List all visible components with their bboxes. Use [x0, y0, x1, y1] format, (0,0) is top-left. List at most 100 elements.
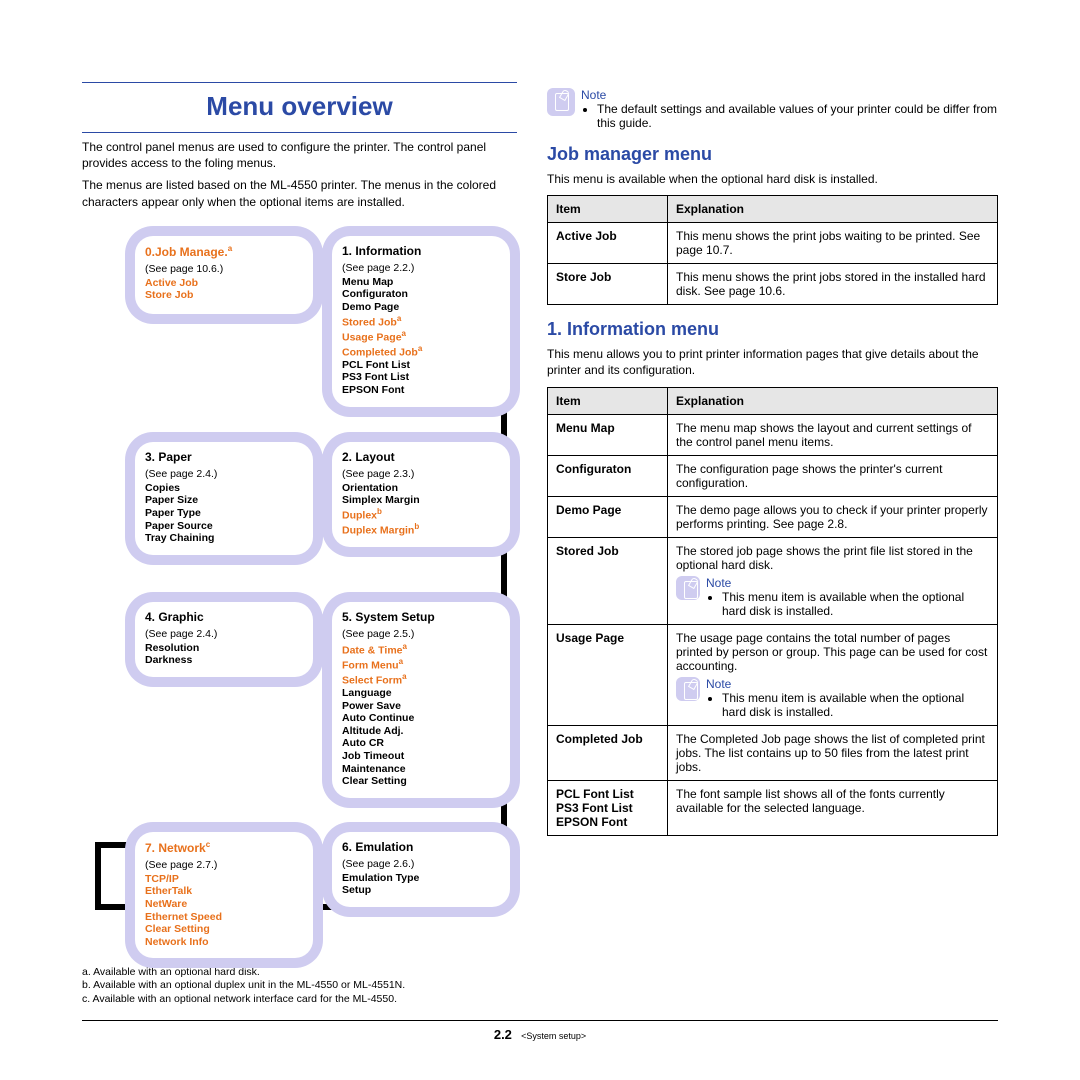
menu-item: Select Forma [342, 672, 500, 687]
cell-item: Stored Job [548, 537, 668, 624]
th-item: Item [548, 387, 668, 414]
page-footer: 2.2 <System setup> [82, 1020, 998, 1042]
page-number: 2.2 [494, 1027, 512, 1042]
menu-item: Menu Map [342, 276, 500, 289]
menu-item: Setup [342, 884, 500, 897]
menu-title: 5. System Setup [342, 610, 500, 624]
cell-item: Configuraton [548, 455, 668, 496]
menu-items: Date & TimeaForm MenuaSelect FormaLangua… [342, 642, 500, 788]
cell-explanation: The menu map shows the layout and curren… [668, 414, 998, 455]
menu-item: Power Save [342, 700, 500, 713]
see-page: (See page 2.5.) [342, 628, 500, 640]
cell-explanation: The stored job page shows the print file… [668, 537, 998, 624]
see-page: (See page 2.7.) [145, 859, 303, 871]
note-icon [676, 677, 700, 701]
menu-item: Configuraton [342, 288, 500, 301]
menu-items: Emulation TypeSetup [342, 872, 500, 897]
menu-item: Auto Continue [342, 712, 500, 725]
menu-item: Completed Joba [342, 344, 500, 359]
footer-rule [82, 1020, 998, 1021]
note-icon [676, 576, 700, 600]
inline-note: NoteThis menu item is available when the… [676, 576, 989, 618]
table-row: ConfiguratonThe configuration page shows… [548, 455, 998, 496]
note-text: This menu item is available when the opt… [722, 691, 989, 719]
footnote-b: b. Available with an optional duplex uni… [82, 979, 517, 993]
cell-explanation: The demo page allows you to check if you… [668, 496, 998, 537]
menu-title: 4. Graphic [145, 610, 303, 624]
menu-item: PS3 Font List [342, 371, 500, 384]
menu-title: 1. Information [342, 244, 500, 258]
menu-item: Duplex Marginb [342, 522, 500, 537]
see-page: (See page 2.6.) [342, 858, 500, 870]
note-icon [547, 88, 575, 116]
see-page: (See page 10.6.) [145, 263, 303, 275]
job-manager-heading: Job manager menu [547, 144, 998, 165]
job-manager-intro: This menu is available when the optional… [547, 171, 998, 187]
menu-box-graphic: 4. Graphic (See page 2.4.) ResolutionDar… [135, 602, 313, 677]
note-body: Note The default settings and available … [581, 88, 998, 130]
header-rule-top [82, 82, 517, 83]
menu-item: Usage Pagea [342, 329, 500, 344]
menu-item: Job Timeout [342, 750, 500, 763]
diagram-connector [95, 842, 133, 848]
cell-item: Completed Job [548, 725, 668, 780]
footer-section: <System setup> [521, 1031, 586, 1041]
menu-item: Altitude Adj. [342, 725, 500, 738]
menu-item: Auto CR [342, 737, 500, 750]
th-item: Item [548, 196, 668, 223]
footnote-c: c. Available with an optional network in… [82, 993, 517, 1007]
cell-explanation: The configuration page shows the printer… [668, 455, 998, 496]
menu-title: 6. Emulation [342, 840, 500, 854]
note-block: Note The default settings and available … [547, 88, 998, 130]
menu-items: Active JobStore Job [145, 277, 303, 302]
footnotes: a. Available with an optional hard disk.… [82, 966, 517, 1007]
menu-item: Clear Setting [145, 923, 303, 936]
job-manager-table: Item Explanation Active JobThis menu sho… [547, 195, 998, 305]
diagram-connector [95, 846, 101, 908]
table-row: Menu MapThe menu map shows the layout an… [548, 414, 998, 455]
cell-item: Store Job [548, 264, 668, 305]
menu-item: Network Info [145, 936, 303, 949]
left-column: Menu overview The control panel menus ar… [82, 82, 517, 1007]
table-row: Stored JobThe stored job page shows the … [548, 537, 998, 624]
cell-item: PCL Font ListPS3 Font ListEPSON Font [548, 780, 668, 835]
note-label: Note [706, 576, 731, 590]
menu-item: Simplex Margin [342, 494, 500, 507]
footnote-a: a. Available with an optional hard disk. [82, 966, 517, 980]
menu-box-network: 7. Networkc (See page 2.7.) TCP/IPEtherT… [135, 832, 313, 959]
cell-explanation: The font sample list shows all of the fo… [668, 780, 998, 835]
intro-p2: The menus are listed based on the ML-455… [82, 177, 517, 209]
menu-item: Orientation [342, 482, 500, 495]
table-row: Usage PageThe usage page contains the to… [548, 624, 998, 725]
information-table: Item Explanation Menu MapThe menu map sh… [547, 387, 998, 836]
table-row: PCL Font ListPS3 Font ListEPSON FontThe … [548, 780, 998, 835]
cell-item: Active Job [548, 223, 668, 264]
menu-item: Emulation Type [342, 872, 500, 885]
table-row: Active JobThis menu shows the print jobs… [548, 223, 998, 264]
see-page: (See page 2.4.) [145, 468, 303, 480]
menu-item: Resolution [145, 642, 303, 655]
menu-items: ResolutionDarkness [145, 642, 303, 667]
menu-box-paper: 3. Paper (See page 2.4.) CopiesPaper Siz… [135, 442, 313, 555]
inline-note: NoteThis menu item is available when the… [676, 677, 989, 719]
menu-box-information: 1. Information (See page 2.2.) Menu MapC… [332, 236, 510, 407]
menu-diagram: 0.Job Manage.a (See page 10.6.) Active J… [87, 228, 517, 958]
table-row: Demo PageThe demo page allows you to che… [548, 496, 998, 537]
table-row: Store JobThis menu shows the print jobs … [548, 264, 998, 305]
table-row: Completed JobThe Completed Job page show… [548, 725, 998, 780]
menu-title: 0.Job Manage.a [145, 244, 303, 259]
th-explanation: Explanation [668, 196, 998, 223]
menu-item: Ethernet Speed [145, 911, 303, 924]
menu-item: PCL Font List [342, 359, 500, 372]
menu-item: Clear Setting [342, 775, 500, 788]
menu-box-system-setup: 5. System Setup (See page 2.5.) Date & T… [332, 602, 510, 798]
menu-title: 7. Networkc [145, 840, 303, 855]
menu-item: Duplexb [342, 507, 500, 522]
menu-item: Language [342, 687, 500, 700]
menu-item: EtherTalk [145, 885, 303, 898]
cell-explanation: The usage page contains the total number… [668, 624, 998, 725]
see-page: (See page 2.2.) [342, 262, 500, 274]
menu-item: Form Menua [342, 657, 500, 672]
header-rule-bottom [82, 132, 517, 133]
menu-item: Date & Timea [342, 642, 500, 657]
